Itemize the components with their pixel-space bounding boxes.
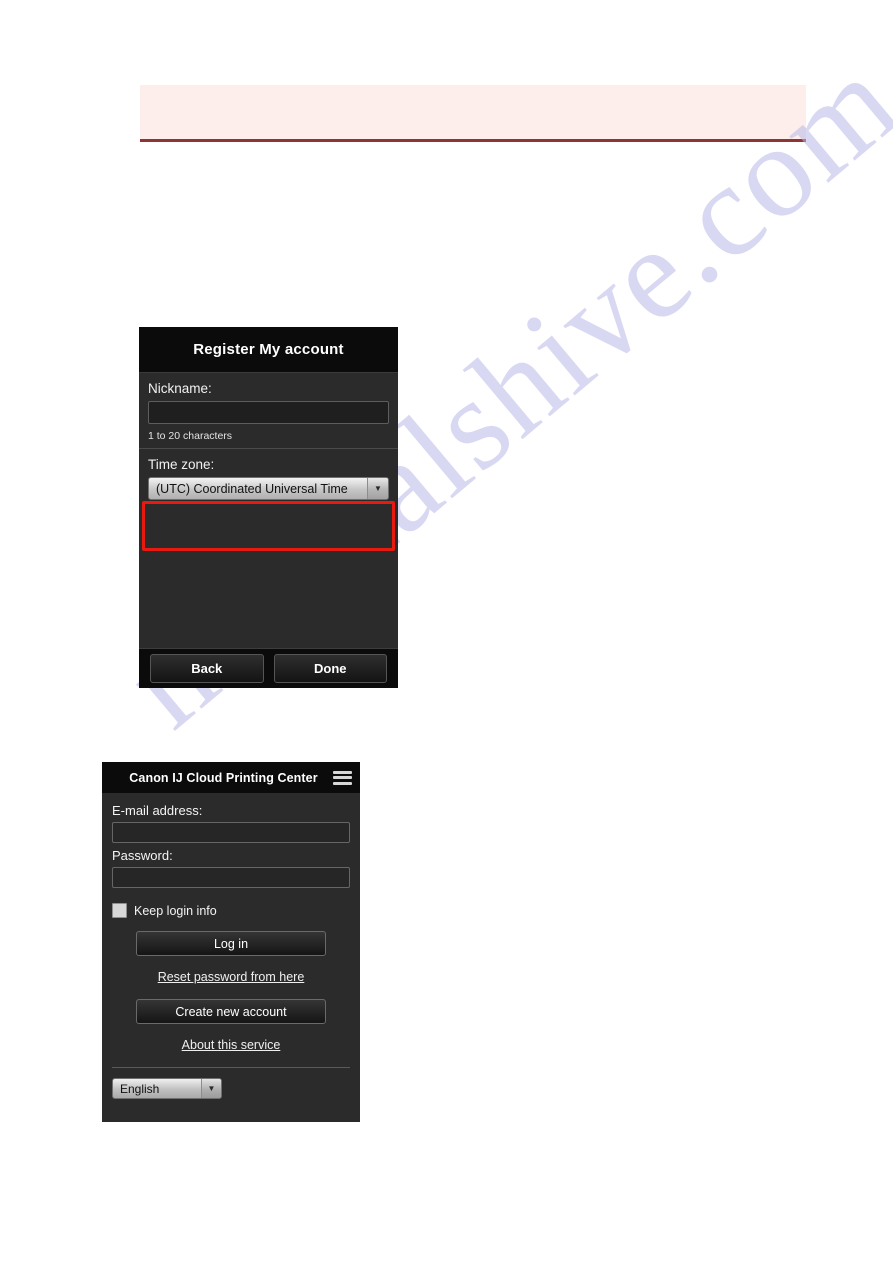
nickname-hint: 1 to 20 characters <box>148 430 233 442</box>
email-field[interactable] <box>112 822 350 843</box>
register-panel-footer: Back Done <box>139 648 398 688</box>
keep-login-info-checkbox[interactable] <box>112 903 127 918</box>
reset-password-row: Reset password from here <box>112 968 350 986</box>
register-panel-title: Register My account <box>139 327 398 372</box>
reset-password-link[interactable]: Reset password from here <box>158 970 305 984</box>
done-button[interactable]: Done <box>273 654 387 683</box>
about-service-row: About this service <box>112 1036 350 1054</box>
email-label: E-mail address: <box>112 803 203 818</box>
chevron-down-icon[interactable]: ▼ <box>367 478 388 499</box>
login-panel-divider <box>112 1067 350 1068</box>
nickname-label: Nickname: <box>148 381 212 396</box>
login-panel-title: Canon IJ Cloud Printing Center <box>129 770 318 785</box>
create-new-account-button[interactable]: Create new account <box>136 999 326 1024</box>
timezone-selected-value: (UTC) Coordinated Universal Time <box>156 481 348 496</box>
login-panel-header: Canon IJ Cloud Printing Center <box>102 762 360 793</box>
back-button[interactable]: Back <box>150 654 264 683</box>
password-field[interactable] <box>112 867 350 888</box>
language-selected-value: English <box>120 1081 160 1096</box>
hamburger-bar-2 <box>333 776 352 779</box>
keep-login-info-label: Keep login info <box>134 903 217 918</box>
timezone-select[interactable]: (UTC) Coordinated Universal Time ▼ <box>148 477 389 500</box>
timezone-label: Time zone: <box>148 457 215 472</box>
notice-banner <box>140 85 806 142</box>
hamburger-menu-icon[interactable] <box>333 770 352 785</box>
log-in-button[interactable]: Log in <box>136 931 326 956</box>
password-label: Password: <box>112 848 173 863</box>
hamburger-bar-3 <box>333 781 352 785</box>
language-select[interactable]: English ▼ <box>112 1078 222 1099</box>
about-this-service-link[interactable]: About this service <box>182 1038 281 1052</box>
chevron-down-icon[interactable]: ▼ <box>201 1079 221 1098</box>
register-panel-body: Nickname: 1 to 20 characters Time zone: … <box>139 372 398 648</box>
login-panel-body: E-mail address: Password: Keep login inf… <box>102 793 360 1122</box>
hamburger-bar-1 <box>333 770 352 774</box>
nickname-input[interactable] <box>148 401 389 424</box>
register-my-account-panel: Register My account Nickname: 1 to 20 ch… <box>139 327 398 688</box>
keep-login-info-row[interactable]: Keep login info <box>112 903 350 918</box>
timezone-highlight-box <box>142 501 395 551</box>
cloud-printing-center-login-panel: Canon IJ Cloud Printing Center E-mail ad… <box>102 762 360 1122</box>
